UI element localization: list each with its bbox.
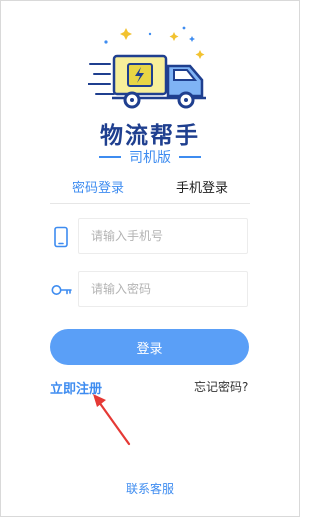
subtitle-row: 司机版 <box>0 148 300 166</box>
contact-support-link[interactable]: 联系客服 <box>0 480 300 497</box>
login-button[interactable]: 登录 <box>50 329 249 365</box>
truck-logo-icon <box>88 26 206 109</box>
divider-left <box>99 156 121 158</box>
divider-right <box>179 156 201 158</box>
app-title: 物流帮手 <box>100 122 200 149</box>
phone-input[interactable] <box>78 218 248 254</box>
red-arrow-icon <box>93 394 131 446</box>
password-field-row <box>50 271 250 309</box>
phone-field-row <box>50 218 250 256</box>
app-subtitle: 司机版 <box>129 150 171 166</box>
login-tabs: 密码登录 手机登录 <box>50 177 250 203</box>
tab-phone-login[interactable]: 手机登录 <box>176 177 228 196</box>
forgot-password-link[interactable]: 忘记密码? <box>194 378 248 395</box>
password-input[interactable] <box>78 271 248 307</box>
tabs-divider <box>50 203 250 204</box>
phone-icon <box>54 226 68 248</box>
tab-password-login[interactable]: 密码登录 <box>72 177 124 196</box>
key-icon <box>51 285 72 295</box>
